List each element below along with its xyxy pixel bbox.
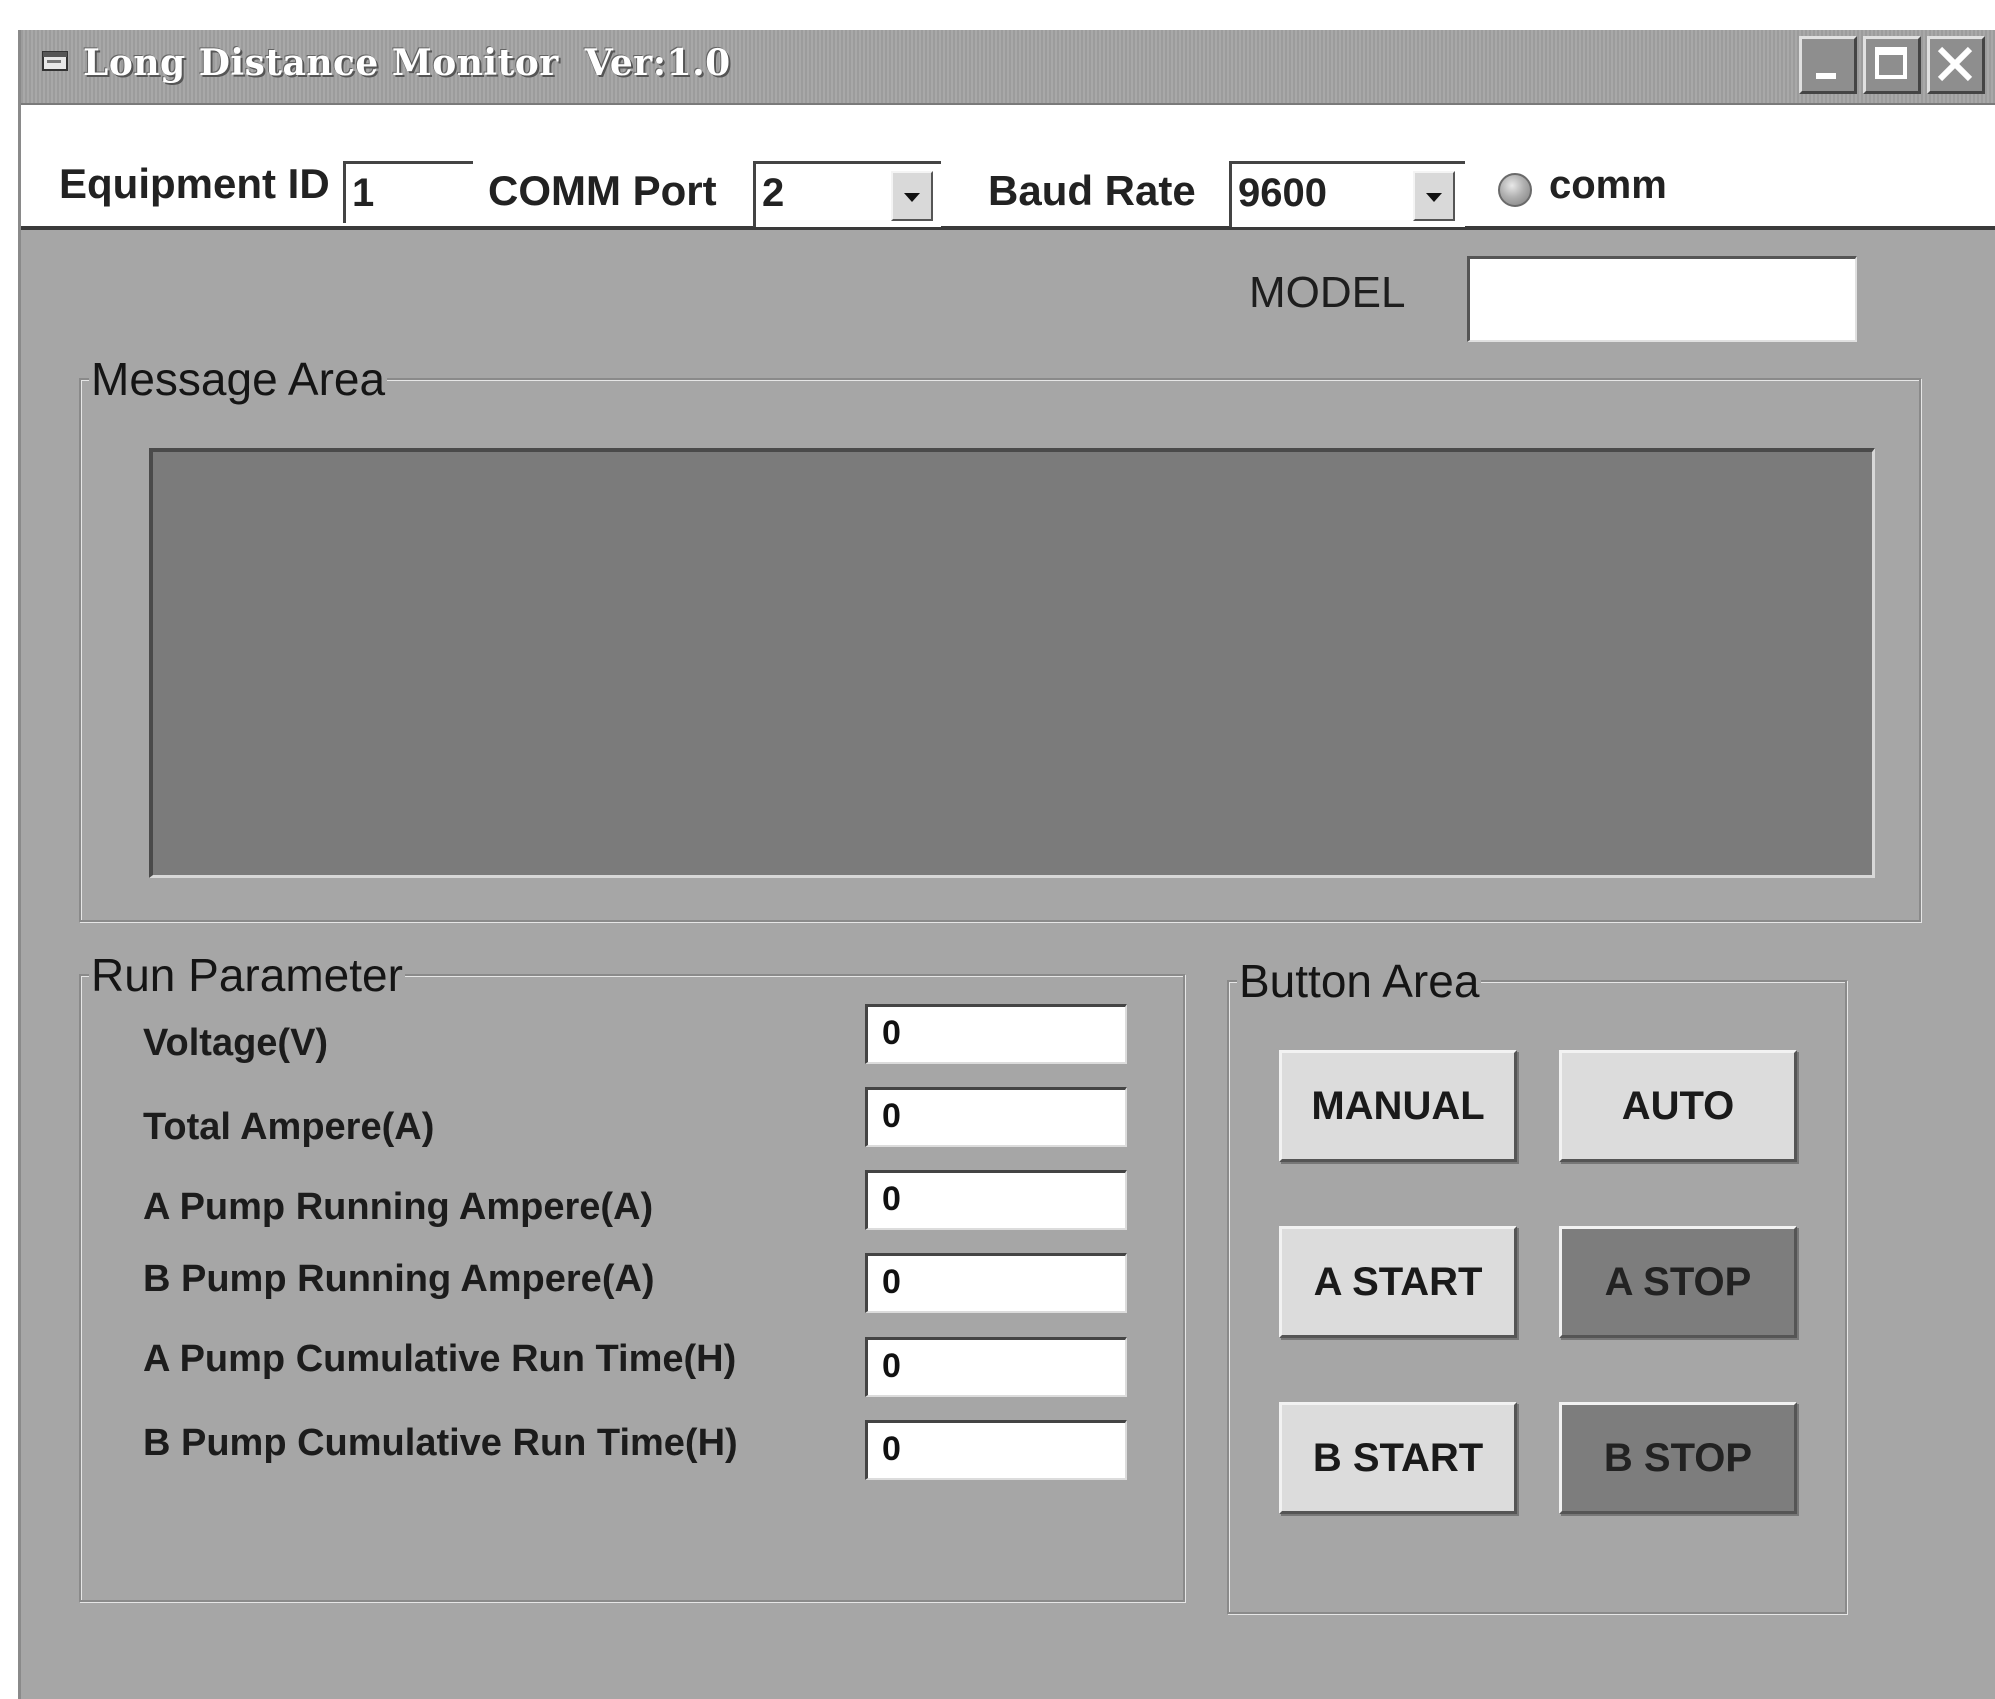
auto-button[interactable]: AUTO — [1559, 1050, 1797, 1162]
b-start-button[interactable]: B START — [1279, 1402, 1517, 1514]
maximize-icon — [1875, 47, 1907, 79]
b-pump-cumulative-run-time-field[interactable]: 0 — [865, 1420, 1127, 1480]
a-stop-button[interactable]: A STOP — [1559, 1226, 1797, 1338]
minimize-button[interactable] — [1799, 36, 1857, 94]
minimize-icon — [1816, 73, 1836, 79]
close-icon — [1937, 46, 1973, 82]
b-stop-button[interactable]: B STOP — [1559, 1402, 1797, 1514]
main-window: Long Distance Monitor Ver:1.0 Equipment … — [18, 30, 1995, 1699]
window-title: Long Distance Monitor Ver:1.0 — [83, 42, 731, 84]
run-parameter-title: Run Parameter — [89, 948, 405, 1002]
close-button[interactable] — [1927, 36, 1985, 94]
equipment-id-label: Equipment ID — [59, 160, 330, 207]
model-label: MODEL — [1249, 268, 1406, 317]
comm-status-led-icon — [1498, 173, 1532, 207]
b-pump-running-ampere-field[interactable]: 0 — [865, 1253, 1127, 1313]
comm-indicator-label: comm — [1549, 163, 1667, 207]
comm-port-dropdown-icon[interactable] — [891, 171, 933, 221]
b-pump-cumulative-run-time-label: B Pump Cumulative Run Time(H) — [143, 1422, 738, 1464]
baud-rate-dropdown-icon[interactable] — [1413, 171, 1455, 221]
b-pump-running-ampere-label: B Pump Running Ampere(A) — [143, 1258, 655, 1300]
button-area-title: Button Area — [1237, 954, 1482, 1008]
total-ampere-label: Total Ampere(A) — [143, 1106, 435, 1148]
a-start-button[interactable]: A START — [1279, 1226, 1517, 1338]
baud-rate-label: Baud Rate — [988, 167, 1196, 214]
voltage-label: Voltage(V) — [143, 1022, 329, 1064]
maximize-button[interactable] — [1863, 36, 1921, 94]
model-field[interactable] — [1467, 256, 1857, 342]
a-pump-cumulative-run-time-field[interactable]: 0 — [865, 1337, 1127, 1397]
connection-toolbar: Equipment ID 1 COMM Port 2 Baud Rate 960… — [21, 105, 1995, 230]
app-window-icon — [42, 51, 68, 71]
comm-port-label: COMM Port — [488, 167, 717, 214]
a-pump-running-ampere-field[interactable]: 0 — [865, 1170, 1127, 1230]
a-pump-running-ampere-label: A Pump Running Ampere(A) — [143, 1186, 654, 1228]
message-display — [149, 448, 1875, 878]
manual-button[interactable]: MANUAL — [1279, 1050, 1517, 1162]
a-pump-cumulative-run-time-label: A Pump Cumulative Run Time(H) — [143, 1338, 737, 1380]
total-ampere-field[interactable]: 0 — [865, 1087, 1127, 1147]
title-bar[interactable]: Long Distance Monitor Ver:1.0 — [21, 30, 1995, 105]
message-area-title: Message Area — [89, 352, 388, 406]
voltage-field[interactable]: 0 — [865, 1004, 1127, 1064]
equipment-id-field[interactable]: 1 — [343, 161, 473, 223]
